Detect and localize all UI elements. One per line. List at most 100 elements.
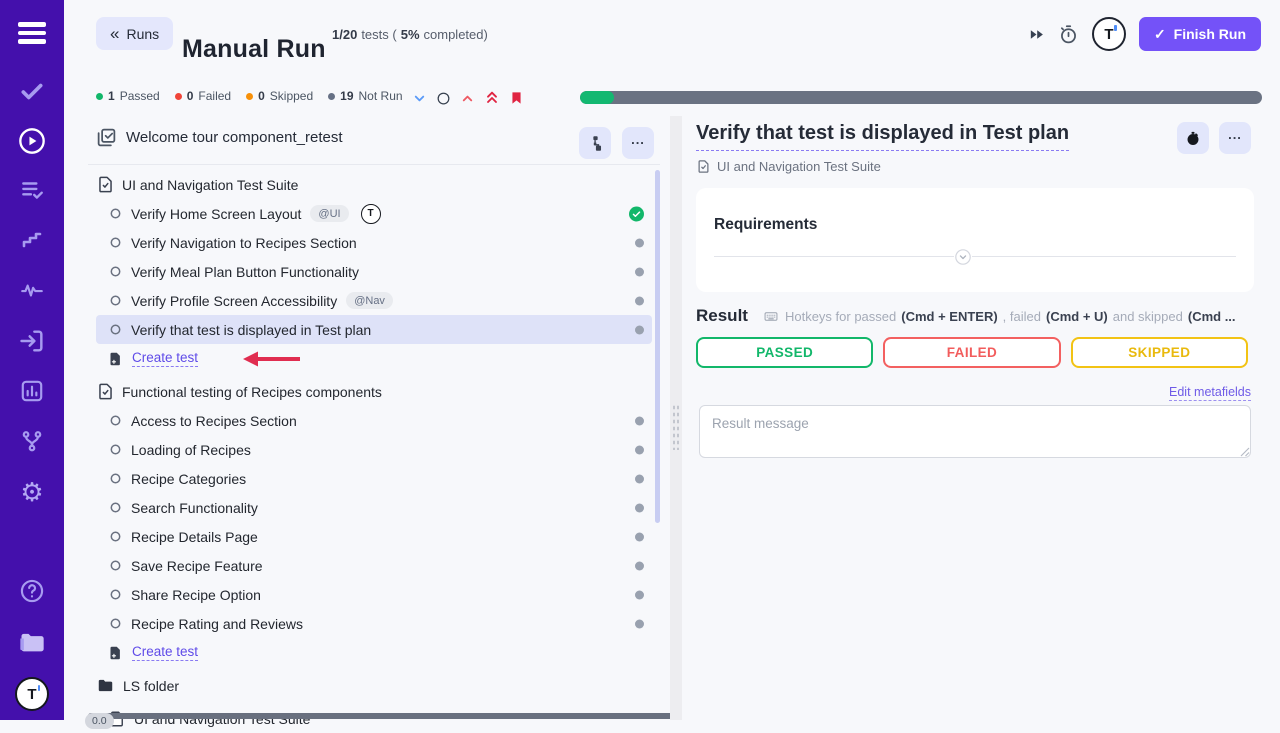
priority-low-chevron-down-icon[interactable] bbox=[412, 91, 427, 106]
percent-completed: 5% bbox=[401, 27, 420, 42]
create-test-row[interactable]: Create test bbox=[96, 344, 652, 373]
test-label: Verify Home Screen Layout bbox=[131, 206, 301, 222]
tree-test-row[interactable]: Verify Navigation to Recipes Section bbox=[96, 228, 652, 257]
run-play-icon[interactable] bbox=[0, 127, 64, 155]
timer-button[interactable] bbox=[1177, 122, 1209, 154]
test-tag-badge[interactable]: @UI bbox=[310, 205, 348, 222]
test-circle-icon bbox=[110, 618, 121, 629]
tree-view-button[interactable] bbox=[579, 127, 611, 159]
failed-button[interactable]: FAILED bbox=[883, 337, 1060, 368]
back-to-runs-button[interactable]: « Runs bbox=[96, 17, 173, 50]
status-notrun-icon bbox=[635, 590, 644, 599]
menu-icon[interactable] bbox=[0, 18, 64, 48]
analytics-icon[interactable] bbox=[0, 378, 64, 404]
test-label: Share Recipe Option bbox=[131, 587, 261, 603]
test-circle-icon bbox=[110, 208, 121, 219]
tree-test-row[interactable]: Verify Home Screen Layout @UI T bbox=[96, 199, 652, 228]
status-notrun-icon bbox=[635, 267, 644, 276]
priority-normal-circle-icon[interactable] bbox=[436, 91, 451, 106]
status-passed-icon bbox=[629, 206, 644, 221]
detail-more-button[interactable]: ... bbox=[1219, 122, 1251, 154]
create-test-link[interactable]: Create test bbox=[132, 350, 198, 367]
status-notrun-icon bbox=[635, 503, 644, 512]
priority-critical-double-chevron-icon[interactable] bbox=[484, 90, 500, 106]
tree-test-row[interactable]: Recipe Categories bbox=[96, 464, 652, 493]
tree-suite-row[interactable]: UI and Navigation Test Suite bbox=[96, 170, 652, 199]
run-status-counters: 1 Passed 0 Failed 0 Skipped 19 Not Run bbox=[96, 89, 403, 103]
priority-high-chevron-up-icon[interactable] bbox=[460, 91, 475, 106]
check-nav-icon[interactable] bbox=[0, 78, 64, 104]
test-label: Verify Meal Plan Button Functionality bbox=[131, 264, 359, 280]
settings-gear-icon[interactable]: ⚙ bbox=[0, 479, 64, 505]
tree-test-row[interactable]: Save Recipe Feature bbox=[96, 551, 652, 580]
result-message-input[interactable] bbox=[699, 405, 1251, 458]
test-detail-title[interactable]: Verify that test is displayed in Test pl… bbox=[696, 122, 1069, 151]
test-circle-icon bbox=[110, 531, 121, 542]
folder-label: LS folder bbox=[123, 678, 179, 694]
tree-divider bbox=[88, 164, 660, 165]
suite-doc-icon bbox=[96, 382, 115, 401]
automated-test-logo-icon: T bbox=[361, 204, 381, 224]
finish-run-button[interactable]: ✓ Finish Run bbox=[1139, 17, 1261, 51]
notrun-counter: 19 Not Run bbox=[328, 89, 402, 103]
projects-folder-icon[interactable] bbox=[0, 628, 64, 656]
suite-doc-icon bbox=[96, 175, 115, 194]
tree-suite-row[interactable]: Functional testing of Recipes components bbox=[96, 377, 652, 406]
testomat-logo-icon[interactable]: T bbox=[1092, 17, 1126, 51]
panel-resize-handle[interactable] bbox=[670, 116, 682, 720]
status-notrun-icon bbox=[635, 238, 644, 247]
pulse-icon[interactable] bbox=[0, 277, 64, 303]
priority-filter-icons bbox=[412, 90, 524, 106]
tests-progress-summary: 1/20 tests ( 5% completed) bbox=[332, 27, 488, 42]
tree-test-row[interactable]: Recipe Details Page bbox=[96, 522, 652, 551]
tree-vertical-scrollbar[interactable] bbox=[655, 170, 660, 523]
app-logo-icon[interactable]: T bbox=[0, 677, 64, 711]
help-icon[interactable] bbox=[0, 578, 64, 604]
requirements-divider bbox=[714, 256, 1236, 257]
tree-test-row[interactable]: Recipe Rating and Reviews bbox=[96, 609, 652, 638]
create-test-link[interactable]: Create test bbox=[132, 644, 198, 661]
priority-blocker-bookmark-icon[interactable] bbox=[509, 90, 524, 106]
tree-test-row[interactable]: Verify Profile Screen Accessibility @Nav bbox=[96, 286, 652, 315]
passed-button[interactable]: PASSED bbox=[696, 337, 873, 368]
tree-more-button[interactable]: ... bbox=[622, 127, 654, 159]
failed-dot-icon bbox=[175, 93, 182, 100]
tree-test-row[interactable]: Access to Recipes Section bbox=[96, 406, 652, 435]
edit-metafields-link[interactable]: Edit metafields bbox=[1096, 385, 1251, 399]
status-notrun-icon bbox=[635, 474, 644, 483]
suite-breadcrumb[interactable]: UI and Navigation Test Suite bbox=[696, 159, 881, 174]
doc-plus-icon bbox=[108, 645, 123, 661]
status-notrun-icon bbox=[635, 416, 644, 425]
skipped-button[interactable]: SKIPPED bbox=[1071, 337, 1248, 368]
tree-folder-row[interactable]: LS folder bbox=[96, 671, 652, 700]
run-tree-title: Welcome tour component_retest bbox=[126, 129, 343, 146]
tree-test-row[interactable]: Share Recipe Option bbox=[96, 580, 652, 609]
tree-test-row[interactable]: Search Functionality bbox=[96, 493, 652, 522]
folder-icon bbox=[96, 677, 115, 694]
requirements-expand-toggle[interactable] bbox=[954, 248, 972, 266]
branch-icon[interactable] bbox=[0, 428, 64, 454]
test-circle-icon bbox=[110, 502, 121, 513]
test-label: Recipe Categories bbox=[131, 471, 246, 487]
tree-test-row[interactable]: Loading of Recipes bbox=[96, 435, 652, 464]
page-title: Manual Run bbox=[182, 35, 326, 64]
tests-count: 1/20 bbox=[332, 27, 357, 42]
stopwatch-icon[interactable] bbox=[1058, 24, 1079, 45]
tree-horizontal-scrollbar[interactable] bbox=[88, 713, 676, 719]
create-test-row[interactable]: Create test bbox=[96, 638, 652, 667]
duration-badge: 0.0 bbox=[85, 713, 114, 729]
steps-icon[interactable] bbox=[0, 228, 64, 252]
status-notrun-icon bbox=[635, 296, 644, 305]
test-circle-icon bbox=[110, 444, 121, 455]
test-circle-icon bbox=[110, 560, 121, 571]
drag-grip-dots-icon bbox=[672, 404, 680, 450]
import-icon[interactable] bbox=[0, 327, 64, 355]
test-tag-badge[interactable]: @Nav bbox=[346, 292, 393, 309]
fast-forward-icon[interactable] bbox=[1028, 26, 1045, 43]
test-list-icon[interactable] bbox=[0, 177, 64, 203]
failed-counter: 0 Failed bbox=[175, 89, 231, 103]
test-circle-icon bbox=[110, 295, 121, 306]
requirements-title: Requirements bbox=[714, 216, 817, 234]
tree-test-row-selected[interactable]: Verify that test is displayed in Test pl… bbox=[96, 315, 652, 344]
tree-test-row[interactable]: Verify Meal Plan Button Functionality bbox=[96, 257, 652, 286]
